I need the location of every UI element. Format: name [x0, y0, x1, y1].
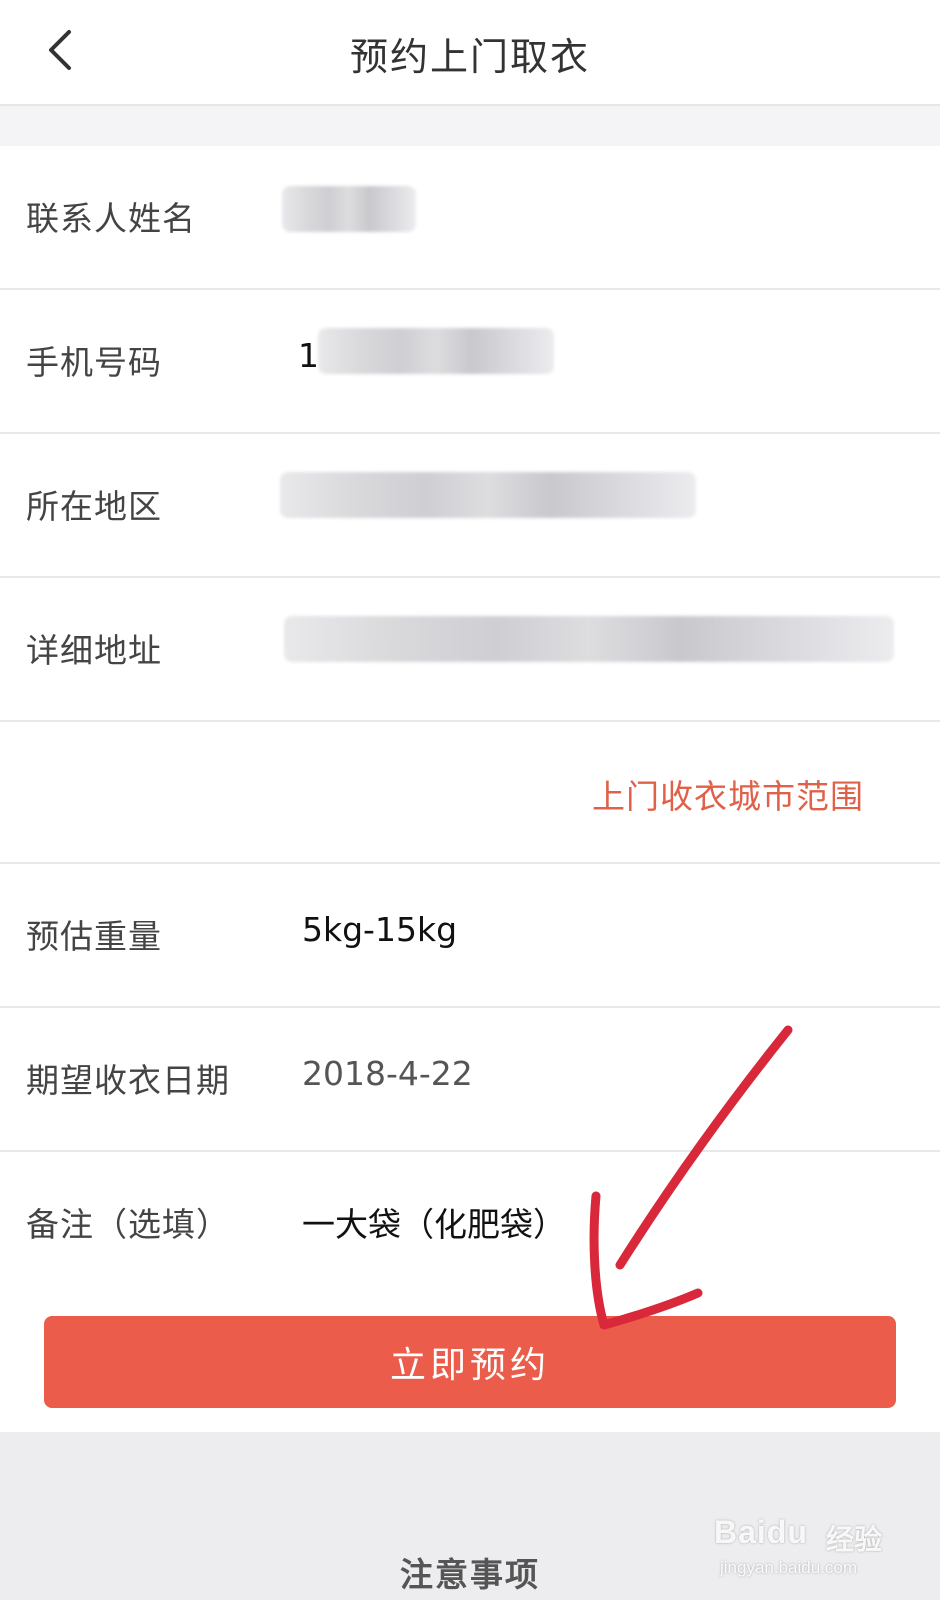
remark-row[interactable]: 备注（选填） 一大袋（化肥袋） — [0, 1152, 940, 1296]
footer: 注意事项 Baidu 经验 jingyan.baidu.com — [0, 1432, 940, 1600]
address-label: 详细地址 — [26, 631, 162, 670]
pickup-form: 联系人姓名 手机号码 1 所在地区 详细地址 上门收衣城市范围 预估重量 5kg… — [0, 146, 940, 1296]
city-range-link[interactable]: 上门收衣城市范围 — [592, 770, 864, 818]
submit-button[interactable]: 立即预约 — [44, 1316, 896, 1408]
contact-name-blurred-value — [282, 186, 416, 232]
date-value: 2018-4-22 — [302, 1054, 473, 1093]
contact-name-row[interactable]: 联系人姓名 — [0, 146, 940, 290]
region-row[interactable]: 所在地区 — [0, 434, 940, 578]
page-title: 预约上门取衣 — [349, 35, 590, 79]
address-row[interactable]: 详细地址 — [0, 578, 940, 722]
phone-row[interactable]: 手机号码 1 — [0, 290, 940, 434]
contact-name-label: 联系人姓名 — [26, 199, 196, 238]
remark-value: 一大袋（化肥袋） — [302, 1205, 566, 1244]
address-blurred-value — [284, 616, 894, 662]
watermark-brand: Baidu — [714, 1514, 808, 1550]
remark-label: 备注（选填） — [26, 1205, 230, 1244]
region-label: 所在地区 — [26, 487, 162, 526]
baidu-watermark: Baidu 经验 jingyan.baidu.com — [714, 1514, 894, 1584]
submit-area: 立即预约 — [0, 1290, 940, 1432]
weight-value: 5kg-15kg — [302, 910, 458, 949]
app-header: 预约上门取衣 — [0, 0, 940, 106]
watermark-url: jingyan.baidu.com — [720, 1558, 858, 1577]
date-label: 期望收衣日期 — [26, 1061, 230, 1100]
date-row[interactable]: 期望收衣日期 2018-4-22 — [0, 1008, 940, 1152]
phone-value-prefix: 1 — [298, 336, 319, 375]
watermark-brand-cn: 经验 — [826, 1524, 883, 1555]
city-range-row: 上门收衣城市范围 — [0, 722, 940, 864]
phone-blurred-value — [318, 328, 554, 374]
weight-row[interactable]: 预估重量 5kg-15kg — [0, 864, 940, 1008]
section-gap — [0, 106, 940, 146]
phone-label: 手机号码 — [26, 343, 162, 382]
weight-label: 预估重量 — [26, 917, 162, 956]
region-blurred-value — [280, 472, 696, 518]
